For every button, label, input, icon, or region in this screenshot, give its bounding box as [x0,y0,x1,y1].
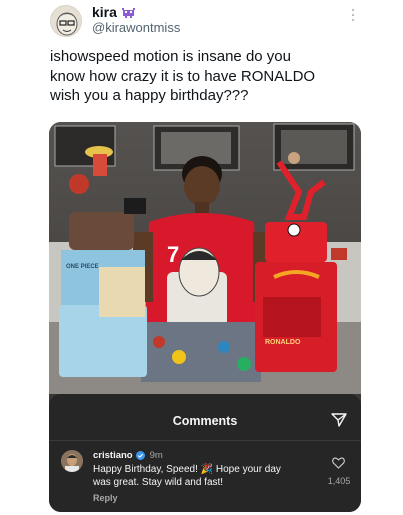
comment-header: cristiano 9m [93,450,163,461]
comments-divider [49,440,361,441]
comment-time: 9m [149,450,163,461]
send-icon[interactable] [331,412,347,428]
commenter-avatar[interactable] [61,450,83,472]
cake-right-label: RONALDO [265,339,301,346]
tweet-text: ishowspeed motion is insane do you know … [50,48,316,104]
user-avatar[interactable] [50,5,82,37]
heart-icon[interactable] [332,456,345,469]
tweet-media[interactable]: 7 ONE PIECE RONALDO Comments cristiano 9… [49,122,361,512]
alien-monster-icon [121,6,136,19]
comment-text: Happy Birthday, Speed! 🎉 Hope your day w… [93,464,281,488]
display-name[interactable]: kira [92,4,117,20]
reply-button[interactable]: Reply [93,493,118,503]
comments-panel: Comments cristiano 9m Happy Birthday, Sp… [49,394,361,512]
birthday-photo: 7 ONE PIECE RONALDO [49,122,361,394]
name-line: kira [92,4,136,20]
user-handle[interactable]: @kirawontmiss [92,20,180,35]
jersey-number: 7 [167,242,179,267]
tweet-header: kira @kirawontmiss [0,0,403,44]
cake-left-label: ONE PIECE [66,264,99,270]
like-count: 1,405 [327,476,351,486]
verified-badge-icon [135,451,145,460]
comment-username[interactable]: cristiano [93,450,133,461]
comments-title: Comments [172,414,238,428]
more-options-icon[interactable] [350,8,356,22]
